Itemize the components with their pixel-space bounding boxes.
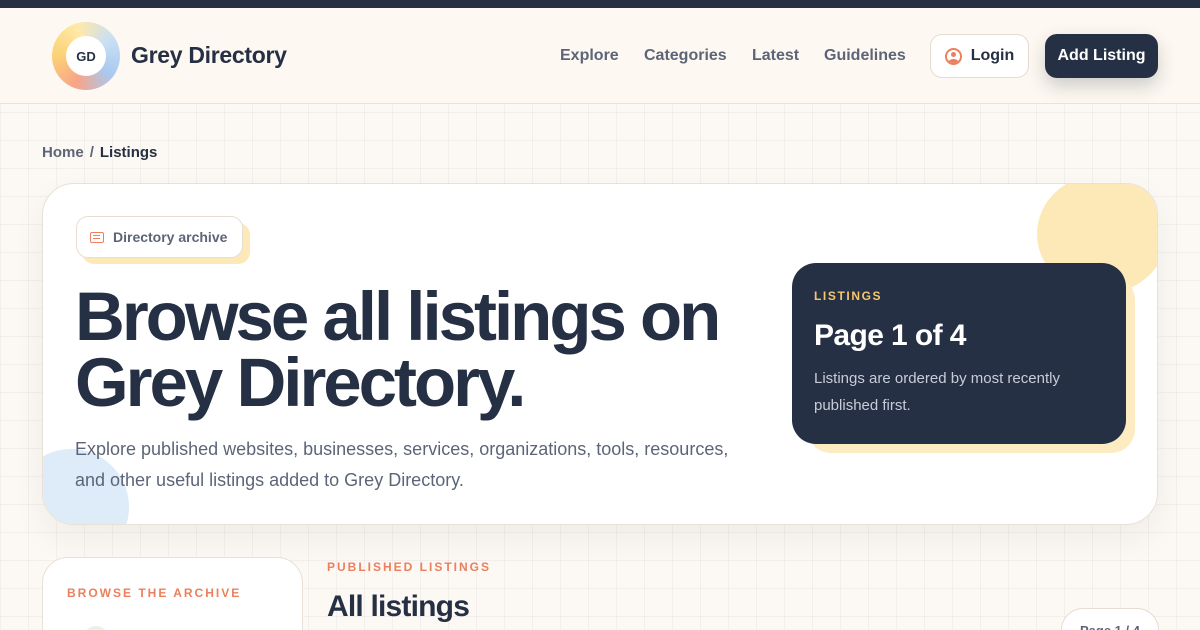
breadcrumb-separator: / [89,144,94,161]
sidebar-item-peek [83,626,109,630]
pagination-info-panel: LISTINGS Page 1 of 4 Listings are ordere… [792,263,1126,444]
brand-name[interactable]: Grey Directory [131,42,287,69]
section-eyebrow: PUBLISHED LISTINGS [327,560,492,574]
login-button[interactable]: Login [930,34,1029,78]
site-logo[interactable]: GD [52,22,120,90]
panel-eyebrow: LISTINGS [814,289,883,303]
panel-text: Listings are ordered by most recently pu… [814,370,1060,414]
nav-categories[interactable]: Categories [644,47,727,65]
breadcrumb: Home / Listings [42,144,157,161]
chip-label: Directory archive [113,229,228,245]
section-title: All listings [327,590,470,623]
user-icon [944,47,962,65]
directory-archive-chip: Directory archive [76,216,243,258]
add-listing-button[interactable]: Add Listing [1045,34,1158,78]
logo-initials: GD [66,36,106,76]
page-indicator-pill: Page 1 / 4 [1061,608,1159,630]
hero-card: Directory archive Browse all listings on… [42,183,1158,525]
nav-latest[interactable]: Latest [752,47,799,65]
page-title-line2: Grey Directory. [75,344,526,421]
site-header: GD Grey Directory Explore Categories Lat… [0,8,1200,104]
document-icon [90,231,104,243]
breadcrumb-current: Listings [99,144,158,161]
hero-description: Explore published websites, businesses, … [75,439,729,490]
breadcrumb-home[interactable]: Home [42,144,84,161]
sidebar-eyebrow: BROWSE THE ARCHIVE [67,586,242,600]
browse-archive-card: BROWSE THE ARCHIVE [42,557,303,630]
login-label: Login [970,47,1015,64]
panel-title: Page 1 of 4 [814,319,966,352]
nav-explore[interactable]: Explore [560,47,619,65]
page-title: Browse all listings on Grey Directory. [75,282,775,417]
top-accent-bar [0,0,1200,8]
nav-guidelines[interactable]: Guidelines [824,47,906,65]
